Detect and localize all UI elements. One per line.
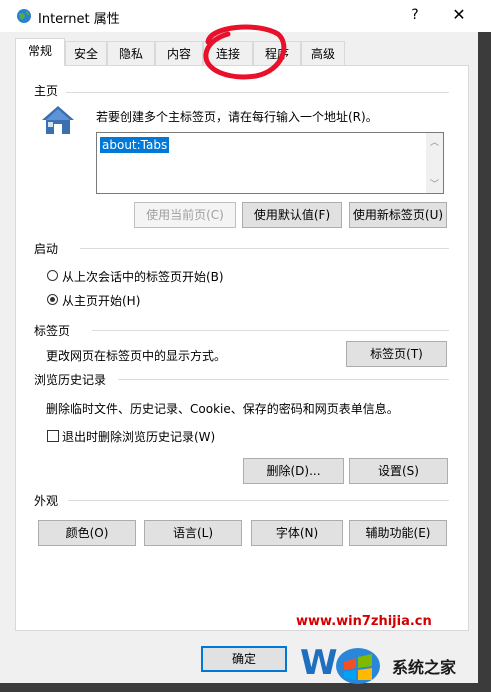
- watermark-logo-text: 系统之家: [392, 658, 457, 677]
- tab-privacy[interactable]: 隐私: [107, 41, 155, 65]
- tab-general[interactable]: 常规: [15, 38, 65, 66]
- tab-security[interactable]: 安全: [65, 41, 107, 65]
- title-bar: Internet 属性 ? ✕: [0, 0, 491, 32]
- languages-button[interactable]: 语言(L): [144, 520, 242, 546]
- use-default-button[interactable]: 使用默认值(F): [242, 202, 342, 228]
- internet-globe-icon: [17, 9, 31, 23]
- colors-button[interactable]: 颜色(O): [38, 520, 136, 546]
- history-settings-button[interactable]: 设置(S): [349, 458, 448, 484]
- section-divider: [80, 248, 449, 249]
- use-new-tab-button[interactable]: 使用新标签页(U): [349, 202, 447, 228]
- delete-history-button[interactable]: 删除(D)...: [243, 458, 344, 484]
- help-button[interactable]: ?: [404, 4, 426, 26]
- tab-advanced[interactable]: 高级: [301, 41, 345, 65]
- section-divider: [118, 379, 449, 380]
- radio-homepage-label[interactable]: 从主页开始(H): [62, 292, 140, 309]
- radio-last-session[interactable]: [47, 270, 58, 281]
- textarea-scrollbar[interactable]: ︿ ﹀: [426, 133, 443, 193]
- tab-programs[interactable]: 程序: [253, 41, 301, 65]
- tab-connections[interactable]: 连接: [203, 41, 253, 65]
- watermark-logo: W 系统之家: [296, 630, 478, 692]
- scroll-up-icon[interactable]: ︿: [430, 135, 439, 148]
- section-title-tabs: 标签页: [34, 324, 71, 338]
- windows-logo-icon: W: [300, 643, 380, 684]
- homepage-value[interactable]: about:Tabs: [100, 137, 170, 153]
- history-description: 删除临时文件、历史记录、Cookie、保存的密码和网页表单信息。: [46, 402, 399, 416]
- tabs-settings-button[interactable]: 标签页(T): [346, 341, 447, 367]
- homepage-description: 若要创建多个主标签页，请在每行输入一个地址(R)。: [96, 110, 378, 124]
- accessibility-button[interactable]: 辅助功能(E): [349, 520, 447, 546]
- delete-on-exit-label[interactable]: 退出时删除浏览历史记录(W): [62, 428, 215, 445]
- section-title-appearance: 外观: [34, 494, 59, 508]
- close-button[interactable]: ✕: [446, 4, 472, 26]
- background-desktop-strip: [478, 32, 491, 692]
- tabs-description: 更改网页在标签页中的显示方式。: [46, 349, 227, 363]
- section-divider: [92, 330, 449, 331]
- section-divider: [68, 500, 449, 501]
- ok-button[interactable]: 确定: [201, 646, 287, 672]
- window-title: Internet 属性: [38, 12, 120, 27]
- section-title-startup: 启动: [34, 242, 59, 256]
- use-current-button[interactable]: 使用当前页(C): [134, 202, 236, 228]
- section-title-homepage: 主页: [34, 84, 59, 98]
- section-divider: [66, 92, 449, 93]
- section-title-history: 浏览历史记录: [34, 373, 107, 387]
- scroll-down-icon[interactable]: ﹀: [430, 177, 439, 190]
- fonts-button[interactable]: 字体(N): [251, 520, 343, 546]
- radio-last-session-label[interactable]: 从上次会话中的标签页开始(B): [62, 268, 224, 285]
- svg-text:W: W: [300, 643, 338, 683]
- watermark-url: www.win7zhijia.cn: [296, 614, 432, 629]
- radio-homepage[interactable]: [47, 294, 58, 305]
- tab-content[interactable]: 内容: [155, 41, 203, 65]
- delete-on-exit-checkbox[interactable]: [47, 430, 59, 442]
- house-icon: [42, 106, 74, 134]
